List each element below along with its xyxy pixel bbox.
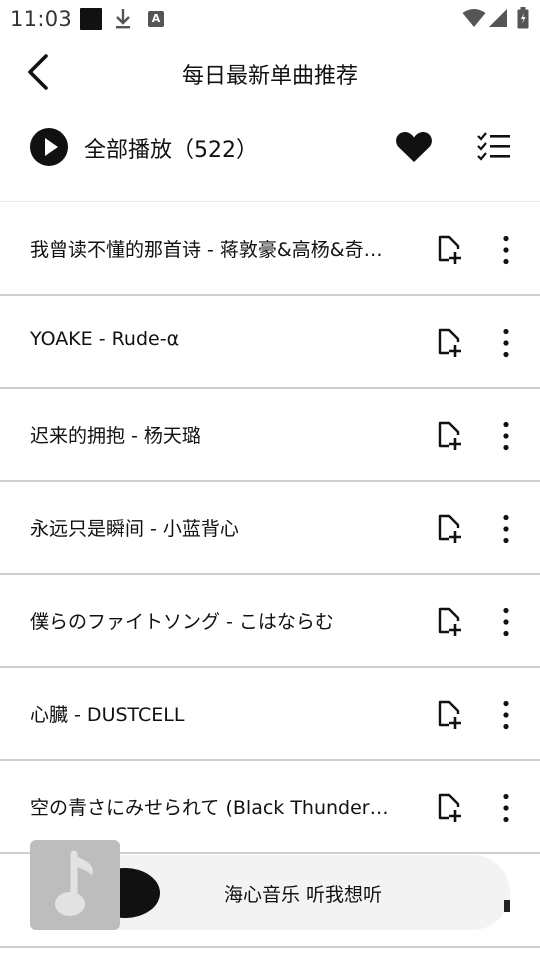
add-to-playlist-icon[interactable] bbox=[436, 514, 464, 544]
song-title: 心臓 - DUSTCELL bbox=[30, 704, 185, 726]
more-vertical-icon[interactable] bbox=[494, 514, 518, 544]
song-title: 永远只是瞬间 - 小蓝背心 bbox=[30, 518, 239, 540]
add-to-playlist-icon[interactable] bbox=[436, 700, 464, 730]
battery-icon bbox=[517, 7, 529, 29]
more-vertical-icon[interactable] bbox=[494, 328, 518, 358]
song-title: 迟来的拥抱 - 杨天璐 bbox=[30, 425, 201, 447]
black-square-icon bbox=[80, 8, 102, 30]
more-vertical-icon[interactable] bbox=[494, 235, 518, 265]
checklist-icon[interactable] bbox=[476, 132, 512, 162]
status-time: 11:03 bbox=[10, 7, 73, 31]
song-row[interactable]: 迟来的拥抱 - 杨天璐 bbox=[0, 389, 540, 482]
song-row[interactable]: 永远只是瞬间 - 小蓝背心 bbox=[0, 482, 540, 575]
song-row[interactable]: 僕らのファイトソング - こはならむ bbox=[0, 575, 540, 668]
app-bar: 每日最新单曲推荐 bbox=[0, 36, 540, 110]
a-badge-icon: A bbox=[148, 11, 164, 27]
song-list: 我曾读不懂的那首诗 - 蒋敦豪&高杨&奇… YOAKE - Rude-α 迟来的… bbox=[0, 203, 540, 854]
more-vertical-icon[interactable] bbox=[494, 421, 518, 451]
more-vertical-icon[interactable] bbox=[494, 607, 518, 637]
add-to-playlist-icon[interactable] bbox=[436, 607, 464, 637]
add-to-playlist-icon[interactable] bbox=[436, 793, 464, 823]
song-title: 空の青さにみせられて (Black Thunderbi… bbox=[30, 797, 400, 819]
status-bar: 11:03 A bbox=[0, 0, 540, 36]
song-row[interactable]: 心臓 - DUSTCELL bbox=[0, 668, 540, 761]
song-row[interactable]: 我曾读不懂的那首诗 - 蒋敦豪&高杨&奇… bbox=[0, 203, 540, 296]
play-all-button[interactable] bbox=[29, 127, 69, 167]
download-icon bbox=[116, 9, 130, 29]
song-title: 我曾读不懂的那首诗 - 蒋敦豪&高杨&奇… bbox=[30, 239, 383, 261]
signal-icon bbox=[489, 9, 507, 27]
add-to-playlist-icon[interactable] bbox=[436, 235, 464, 265]
add-to-playlist-icon[interactable] bbox=[436, 421, 464, 451]
play-all-bar: 全部播放（522） bbox=[0, 110, 540, 202]
heart-icon[interactable] bbox=[395, 130, 433, 164]
song-title: 僕らのファイトソング - こはならむ bbox=[30, 611, 334, 633]
add-to-playlist-icon[interactable] bbox=[436, 328, 464, 358]
page-title: 每日最新单曲推荐 bbox=[181, 64, 358, 89]
bottom-divider bbox=[0, 946, 540, 948]
more-vertical-icon[interactable] bbox=[494, 700, 518, 730]
play-all-label[interactable]: 全部播放（522） bbox=[84, 132, 258, 164]
song-title: YOAKE - Rude-α bbox=[30, 328, 180, 350]
player-control-mark[interactable] bbox=[504, 900, 510, 912]
song-row[interactable]: YOAKE - Rude-α bbox=[0, 296, 540, 389]
wifi-icon bbox=[462, 9, 486, 27]
music-note-icon bbox=[55, 850, 93, 916]
album-cover[interactable] bbox=[30, 840, 120, 930]
more-vertical-icon[interactable] bbox=[494, 793, 518, 823]
mini-player-text[interactable]: 海心音乐 听我想听 bbox=[224, 880, 382, 907]
